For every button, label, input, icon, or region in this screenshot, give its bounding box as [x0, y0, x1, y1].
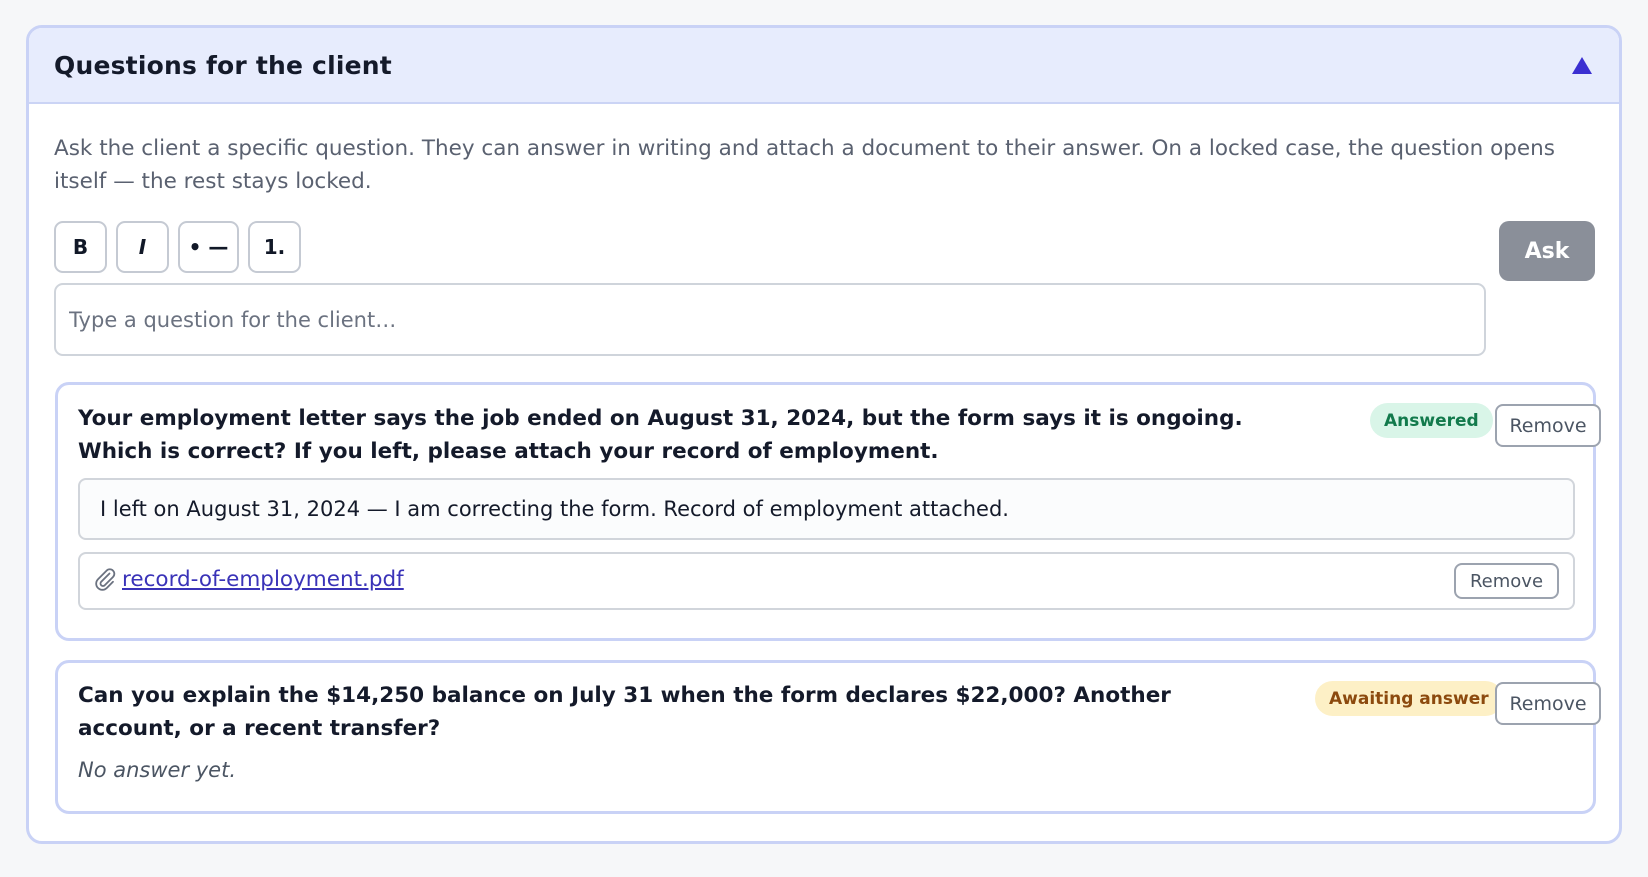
panel-body: Ask the client a specific question. They… [29, 104, 1619, 841]
remove-question-button[interactable]: Remove [1495, 404, 1601, 447]
question-text-emphasis: August 31, 2024 [647, 406, 847, 431]
questions-panel: Questions for the client Ask the client … [26, 25, 1622, 844]
question-text-emphasis: $14,250 [326, 683, 425, 708]
attachment-filename: record-of-employment.pdf [122, 566, 404, 592]
question-text: Your employment letter says the job ende… [78, 402, 1248, 468]
question-text-part: Your employment letter says the job ende… [78, 406, 648, 431]
empty-answer-text: No answer yet. [78, 758, 237, 782]
numbered-list-button[interactable]: 1. [248, 221, 301, 273]
status-badge-awaiting: Awaiting answer [1315, 681, 1503, 716]
answer-text: I left on August 31, 2024 — I am correct… [78, 478, 1575, 540]
panel-description: Ask the client a specific question. They… [54, 136, 1555, 194]
question-input[interactable] [54, 283, 1486, 356]
question-text: Can you explain the $14,250 balance on J… [78, 679, 1248, 745]
panel-header[interactable]: Questions for the client [29, 28, 1619, 104]
bold-button[interactable]: B [54, 221, 107, 273]
bullet-list-button[interactable]: • — [178, 221, 239, 273]
attachment-row: record-of-employment.pdf Remove [78, 552, 1575, 610]
remove-question-button[interactable]: Remove [1495, 682, 1601, 725]
formatting-toolbar: B I • — 1. [54, 221, 301, 273]
ask-button[interactable]: Ask [1499, 221, 1595, 281]
question-card: Can you explain the $14,250 balance on J… [55, 660, 1601, 814]
collapse-triangle-icon[interactable] [1569, 52, 1595, 78]
question-text-part: Can you explain the [78, 683, 327, 708]
question-card: Your employment letter says the job ende… [55, 382, 1601, 641]
status-badge-answered: Answered [1370, 403, 1493, 438]
attachment-link[interactable]: record-of-employment.pdf [92, 566, 404, 592]
panel-title: Questions for the client [54, 50, 392, 80]
remove-attachment-button[interactable]: Remove [1454, 563, 1559, 599]
italic-button[interactable]: I [116, 221, 169, 273]
paperclip-icon [92, 566, 118, 592]
